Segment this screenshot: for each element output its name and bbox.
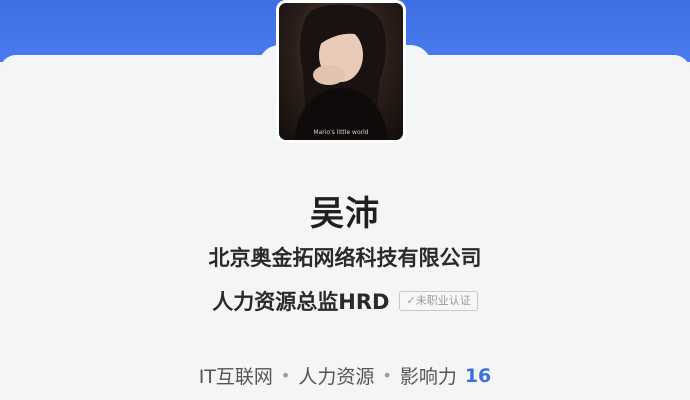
tags-row: IT互联网 • 人力资源 • 影响力 16	[0, 362, 690, 389]
user-name: 吴沛	[310, 194, 380, 234]
influence-value[interactable]: 16	[465, 365, 491, 387]
separator-dot: •	[382, 366, 392, 385]
company-name[interactable]: 北京奥金拓网络科技有限公司	[0, 242, 690, 272]
separator-dot: •	[280, 366, 291, 385]
influence-label: 影响力	[399, 366, 457, 388]
avatar[interactable]: Mario's little world	[276, 0, 406, 143]
tag-function[interactable]: 人力资源	[298, 362, 374, 389]
job-title: 人力资源总监HRD	[212, 290, 390, 314]
avatar-caption: Mario's little world	[313, 129, 368, 136]
verification-badge[interactable]: ✓未职业认证	[399, 291, 478, 311]
title-row: 人力资源总监HRD ✓未职业认证	[0, 286, 690, 316]
check-icon: ✓	[406, 294, 416, 307]
badge-label: 未职业认证	[415, 294, 471, 307]
tag-industry[interactable]: IT互联网	[199, 362, 273, 389]
avatar-photo: Mario's little world	[294, 4, 389, 140]
